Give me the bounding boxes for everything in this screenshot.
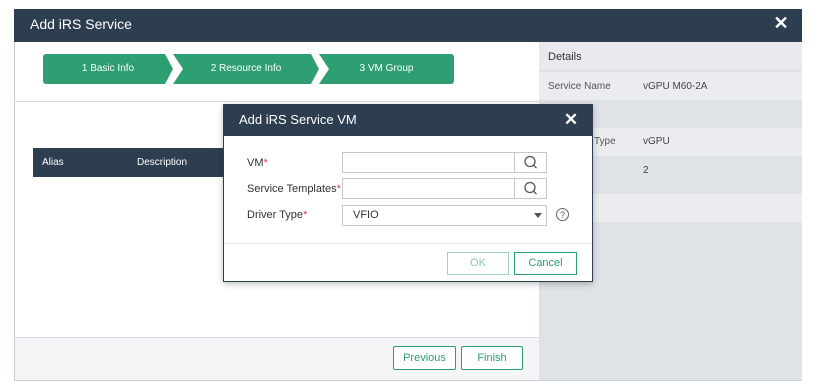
dialog-title: Add iRS Service xyxy=(30,16,132,32)
wizard-step-resource-info[interactable]: 2 Resource Info xyxy=(173,54,319,84)
divider xyxy=(15,101,539,102)
required-marker: * xyxy=(336,183,341,195)
driver-type-selected: VFIO xyxy=(353,209,379,221)
driver-type-label-text: Driver Type xyxy=(247,209,304,221)
close-icon[interactable]: ✕ xyxy=(772,14,790,32)
details-value-type: vGPU xyxy=(643,136,670,147)
service-templates-label: Service Templates* xyxy=(247,183,341,195)
search-icon xyxy=(524,181,537,195)
details-value-count: 2 xyxy=(643,165,649,176)
finish-button[interactable]: Finish xyxy=(461,346,523,370)
vm-label-text: VM xyxy=(247,157,264,169)
chevron-down-icon[interactable] xyxy=(534,213,542,218)
divider xyxy=(224,243,592,244)
required-marker: * xyxy=(303,209,308,221)
details-title: Details xyxy=(548,51,582,63)
wizard-step-vm-group[interactable]: 3 VM Group xyxy=(319,54,454,84)
driver-type-select[interactable]: VFIO xyxy=(342,205,547,226)
service-templates-search-button[interactable] xyxy=(514,178,546,199)
vm-label: VM* xyxy=(247,157,268,169)
details-value-service-name: vGPU M60-2A xyxy=(643,81,708,92)
previous-button[interactable]: Previous xyxy=(393,346,456,370)
close-icon[interactable]: ✕ xyxy=(562,111,580,129)
modal-title: Add iRS Service VM xyxy=(239,112,357,127)
required-marker: * xyxy=(263,157,268,169)
ok-button[interactable]: OK xyxy=(447,252,509,275)
details-label-type: Type xyxy=(594,136,616,147)
dialog-title-bar xyxy=(14,9,802,42)
cancel-button[interactable]: Cancel xyxy=(514,252,577,275)
column-header-description[interactable]: Description xyxy=(137,157,187,168)
details-label-service-name: Service Name xyxy=(548,81,611,92)
vm-search-button[interactable] xyxy=(514,152,546,173)
help-icon[interactable]: ? xyxy=(556,208,569,221)
column-header-alias[interactable]: Alias xyxy=(42,157,64,168)
wizard-step-basic-info[interactable]: 1 Basic Info xyxy=(43,54,173,84)
service-templates-label-text: Service Templates xyxy=(247,183,337,195)
driver-type-label: Driver Type* xyxy=(247,209,307,221)
search-icon xyxy=(524,155,537,169)
